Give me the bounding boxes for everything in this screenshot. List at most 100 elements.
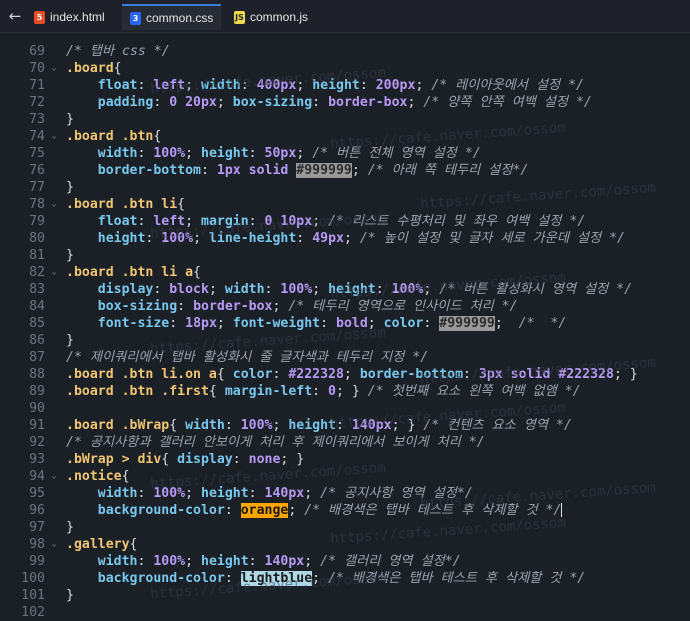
line-number: 83: [29, 282, 45, 297]
punctuation: :: [312, 384, 329, 399]
code-line[interactable]: 89 .board .btn .first{ margin-left: 0; } …: [0, 383, 690, 400]
punctuation: [66, 214, 98, 229]
punctuation: [66, 554, 98, 569]
punctuation: :: [137, 146, 154, 161]
line-number: 72: [29, 95, 45, 110]
code-line[interactable]: 80 height: 100%; line-height: 49px; /* 높…: [0, 230, 690, 247]
line-number: 96: [29, 503, 45, 518]
punctuation: ;: [304, 554, 321, 569]
code-line[interactable]: 99 width: 100%; height: 140px; /* 갤러리 영역…: [0, 553, 690, 570]
code-comment: /* 공지사항과 갤러리 안보이게 처리 후 제이쿼리에서 보이게 처리 */: [66, 435, 485, 450]
css-property: width: [97, 554, 138, 569]
fold-chevron-icon[interactable]: ⌄: [49, 264, 59, 281]
code-line[interactable]: 81}: [0, 247, 690, 264]
back-arrow-icon[interactable]: ←: [6, 6, 24, 26]
css-value: border-box: [328, 95, 408, 110]
css-value: block: [169, 282, 209, 297]
punctuation: ;: [272, 418, 289, 433]
punctuation: [66, 78, 98, 93]
css-value: #222328: [288, 367, 344, 382]
css-property: width: [97, 486, 138, 501]
punctuation: ;: [208, 282, 225, 297]
punctuation: :: [248, 146, 265, 161]
line-number: 99: [29, 554, 45, 569]
punctuation: [66, 571, 98, 586]
css-value: 50px: [264, 146, 297, 161]
css-value: 49px: [312, 231, 344, 246]
code-line[interactable]: 102: [0, 604, 690, 621]
code-line[interactable]: 101}: [0, 587, 690, 604]
punctuation: ;: [288, 503, 305, 518]
css-selector: .bWrap > div: [66, 452, 162, 467]
css-property: display: [97, 282, 154, 297]
code-text: }: [66, 111, 74, 128]
code-editor[interactable]: 69/* 탭바 css */70 ⌄ .board{71 float: left; …: [0, 33, 690, 620]
fold-chevron-icon[interactable]: ⌄: [49, 128, 59, 145]
punctuation: {: [193, 265, 201, 280]
line-number: 93: [29, 452, 45, 467]
punctuation: :: [272, 367, 289, 382]
punctuation: :: [224, 503, 241, 518]
code-line[interactable]: 96 background-color: orange; /* 배경색은 탭바 …: [0, 502, 690, 519]
punctuation: [66, 163, 98, 178]
punctuation: :: [296, 231, 313, 246]
punctuation: :: [224, 418, 241, 433]
punctuation: ;: [185, 146, 202, 161]
code-line[interactable]: 76 border-bottom: 1px solid #999999; /* …: [0, 162, 690, 179]
punctuation: ;: [185, 554, 202, 569]
punctuation: :: [232, 452, 249, 467]
line-number: 84: [29, 299, 45, 314]
css-value: 140px: [264, 554, 305, 569]
tab-index-html[interactable]: 5 index.html: [26, 4, 113, 30]
css-value: 100%: [280, 282, 313, 297]
line-number: 87: [29, 350, 45, 365]
punctuation: ;: [343, 367, 360, 382]
punctuation: {: [169, 418, 186, 433]
fold-chevron-icon[interactable]: ⌄: [49, 468, 59, 485]
fold-chevron-icon[interactable]: ⌄: [49, 196, 59, 213]
code-line[interactable]: 82 ⌄ .board .btn li a{: [0, 264, 690, 281]
punctuation: {: [208, 384, 225, 399]
code-text: .notice{: [66, 468, 130, 485]
code-line[interactable]: 73}: [0, 111, 690, 128]
tab-common-js[interactable]: JS common.js: [226, 4, 316, 30]
css-selector: .board .btn li: [66, 197, 178, 212]
css-property: width: [97, 146, 138, 161]
css-value: 18px: [185, 316, 217, 331]
css-property: width: [185, 418, 225, 433]
css-value: 140px: [264, 486, 305, 501]
punctuation: :: [177, 299, 194, 314]
code-text: }: [66, 247, 74, 264]
line-number: 76: [29, 163, 45, 178]
code-text: /* 공지사항과 갤러리 안보이게 처리 후 제이쿼리에서 보이게 처리 */: [66, 434, 485, 451]
punctuation: ;: [351, 163, 368, 178]
code-text: border-bottom: 1px solid #999999; /* 아래 …: [66, 162, 528, 179]
tab-common-css[interactable]: 3 common.css: [122, 4, 222, 30]
css-value: border-box: [193, 299, 273, 314]
line-number: 85: [29, 316, 45, 331]
punctuation: ;: [312, 282, 329, 297]
css-property: height: [97, 231, 146, 246]
fold-chevron-icon[interactable]: ⌄: [49, 60, 59, 77]
punctuation: [66, 282, 98, 297]
code-text: .board .btn li a{: [66, 264, 201, 281]
code-line[interactable]: 92 /* 공지사항과 갤러리 안보이게 처리 후 제이쿼리에서 보이게 처리 *…: [0, 434, 690, 451]
css-property: float: [97, 214, 138, 229]
css-property: float: [97, 78, 138, 93]
code-text: .bWrap > div{ display: none; }: [66, 451, 304, 468]
css-value: 0: [328, 384, 336, 399]
fold-chevron-icon[interactable]: ⌄: [49, 536, 59, 553]
code-line[interactable]: 69 /* 탭바 css */: [0, 43, 690, 60]
punctuation: :: [423, 316, 440, 331]
line-number: 71: [29, 78, 45, 93]
punctuation: ;: [494, 316, 519, 331]
line-number: 94: [29, 469, 45, 484]
code-line[interactable]: 72 padding: 0 20px; box-sizing: border-b…: [0, 94, 690, 111]
css-property: padding: [97, 95, 154, 110]
css-property: display: [177, 452, 233, 467]
line-number: 86: [29, 333, 45, 348]
code-comment: /* 갤러리 영역 설정*/: [320, 554, 461, 569]
tab-label: common.css: [146, 11, 214, 25]
punctuation: [66, 299, 98, 314]
css-property: color: [383, 316, 424, 331]
